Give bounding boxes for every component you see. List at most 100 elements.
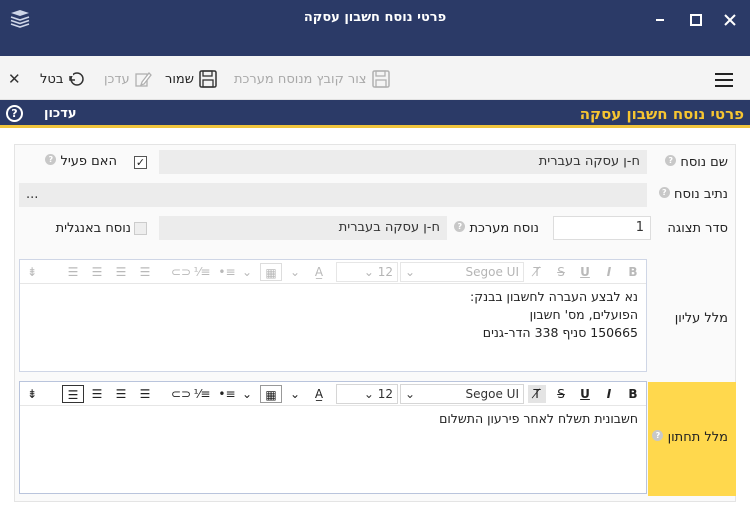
background-color-icon[interactable]: ▦ (260, 263, 282, 281)
edit-pencil-icon (135, 72, 152, 87)
font-family-value: Segoe UI (465, 265, 519, 279)
help-icon: ? (665, 155, 677, 166)
minimize-button[interactable] (651, 11, 669, 29)
window-titlebar: פרטי נוסח חשבון עסקה (0, 0, 750, 56)
close-window-button[interactable] (721, 11, 739, 29)
cancel-button[interactable]: בטל (40, 69, 85, 89)
hamburger-icon (715, 73, 733, 87)
save-icon (199, 70, 217, 88)
help-icon: ? (652, 430, 664, 441)
background-color-icon[interactable]: ▦ (260, 385, 282, 403)
dropdown-chevron-icon[interactable]: ⌄ (240, 263, 254, 281)
version-path-label: נתיב נוסח ? (656, 187, 728, 202)
bullet-list-icon[interactable]: •≡ (218, 385, 236, 403)
align-right-icon[interactable]: ☰ (90, 263, 104, 281)
version-name-field[interactable]: ח-ן עסקה בעברית (159, 150, 647, 174)
font-family-select[interactable]: ⌄ Segoe UI (400, 384, 524, 404)
font-size-select[interactable]: ⌄ 12 (336, 384, 398, 404)
dropdown-chevron-icon[interactable]: ⌄ (240, 385, 254, 403)
align-left-icon[interactable]: ☰ (66, 263, 80, 281)
create-file-label: צור קובץ מנוסח מערכת (234, 71, 367, 87)
section-title: פרטי נוסח חשבון עסקה (579, 105, 744, 123)
font-family-select[interactable]: ⌄ Segoe UI (400, 262, 524, 282)
header-text-label: מלל עליון (674, 311, 728, 326)
align-right-icon[interactable]: ☰ (90, 385, 104, 403)
editor-line: חשבונית תשלח לאחר פירעון התשלום (439, 411, 638, 426)
font-size-value: 12 (377, 265, 393, 279)
bullet-list-icon[interactable]: •≡ (218, 263, 236, 281)
editor-toolbar: ⇟ ☰ ☰ ☰ ☰ ⊂⊃ ⅟≡ •≡ ⌄ ▦ ⌄ A̲ ⌄ 12 ⌄ Segoe … (20, 260, 646, 284)
underline-icon[interactable]: U (578, 263, 592, 281)
english-version-label: נוסח באנגלית (55, 221, 131, 236)
toolbar: ✕ בטל עדכן שמור צור קובץ מנוסח מערכת (0, 56, 750, 100)
align-left-icon[interactable]: ☰ (62, 385, 84, 403)
justify-icon[interactable]: ☰ (138, 263, 152, 281)
save-label: שמור (165, 71, 194, 87)
italic-icon[interactable]: I (602, 263, 616, 281)
cancel-label: בטל (40, 71, 64, 87)
mode-label: עדכון (44, 106, 77, 121)
menu-button[interactable] (715, 70, 733, 90)
dropdown-chevron-icon[interactable]: ⌄ (288, 263, 302, 281)
font-size-select[interactable]: ⌄ 12 (336, 262, 398, 282)
bold-icon[interactable]: B (626, 263, 640, 281)
paragraph-format-icon[interactable]: ⇟ (25, 263, 39, 281)
font-size-value: 12 (377, 387, 393, 401)
header-rich-editor[interactable]: ⇟ ☰ ☰ ☰ ☰ ⊂⊃ ⅟≡ •≡ ⌄ ▦ ⌄ A̲ ⌄ 12 ⌄ Segoe … (19, 259, 647, 372)
edit-label: עדכן (104, 71, 130, 87)
justify-icon[interactable]: ☰ (138, 385, 152, 403)
is-active-label: האם פעיל ? (42, 154, 117, 169)
clear-format-icon[interactable]: T̸ (530, 263, 544, 281)
font-color-icon[interactable]: A̲ (308, 263, 330, 281)
maximize-button[interactable] (687, 11, 705, 29)
font-color-icon[interactable]: A̲ (308, 385, 330, 403)
numbered-list-icon[interactable]: ⅟≡ (193, 263, 211, 281)
dropdown-chevron-icon: ⌄ (405, 265, 416, 279)
footer-text-label: מלל תחתון ? (649, 430, 728, 445)
align-center-icon[interactable]: ☰ (114, 385, 128, 403)
window-title: פרטי נוסח חשבון עסקה (303, 10, 447, 25)
editor-line: נא לבצע העברה לחשבון בבנק: (470, 289, 638, 304)
link-icon[interactable]: ⊂⊃ (171, 385, 191, 403)
is-active-checkbox[interactable]: ✓ (134, 156, 147, 169)
version-path-field[interactable]: ... (19, 183, 647, 207)
underline-icon[interactable]: U (578, 385, 592, 403)
system-version-label: נוסח מערכת ? (451, 221, 539, 236)
strikethrough-icon[interactable]: S (554, 385, 568, 403)
help-icon: ? (658, 187, 670, 198)
editor-toolbar: ⇟ ☰ ☰ ☰ ☰ ⊂⊃ ⅟≡ •≡ ⌄ ▦ ⌄ A̲ ⌄ 12 ⌄ Segoe … (20, 382, 646, 406)
align-center-icon[interactable]: ☰ (114, 263, 128, 281)
strikethrough-icon[interactable]: S (554, 263, 568, 281)
close-form-button[interactable]: ✕ (8, 69, 21, 89)
numbered-list-icon[interactable]: ⅟≡ (193, 385, 211, 403)
link-icon[interactable]: ⊂⊃ (171, 263, 191, 281)
italic-icon[interactable]: I (602, 385, 616, 403)
system-version-field[interactable]: ח-ן עסקה בעברית (159, 216, 447, 240)
paragraph-format-icon[interactable]: ⇟ (25, 385, 39, 403)
dropdown-chevron-icon: ⌄ (405, 387, 416, 401)
help-icon: ? (45, 154, 57, 165)
close-form-label: ✕ (8, 70, 21, 88)
display-order-label: סדר תצוגה (667, 221, 728, 236)
save-file-icon (371, 70, 390, 88)
english-version-checkbox[interactable] (134, 222, 147, 235)
font-family-value: Segoe UI (465, 387, 519, 401)
version-name-label: שם נוסח ? (662, 155, 728, 170)
editor-line: 150665 סניף 338 הדר-גנים (482, 325, 638, 340)
clear-format-icon[interactable]: T̸ (528, 385, 546, 403)
close-icon (724, 14, 736, 26)
display-order-field[interactable]: 1 (553, 216, 651, 240)
edit-button[interactable]: עדכן (104, 69, 152, 89)
bold-icon[interactable]: B (626, 385, 640, 403)
save-button[interactable]: שמור (165, 69, 218, 89)
footer-editor-content[interactable]: חשבונית תשלח לאחר פירעון התשלום (20, 408, 646, 493)
footer-rich-editor[interactable]: ⇟ ☰ ☰ ☰ ☰ ⊂⊃ ⅟≡ •≡ ⌄ ▦ ⌄ A̲ ⌄ 12 ⌄ Segoe … (19, 381, 647, 494)
editor-line: הפועלים, מס' חשבון (529, 307, 638, 322)
help-icon: ? (454, 221, 466, 232)
create-file-button[interactable]: צור קובץ מנוסח מערכת (234, 69, 391, 89)
help-icon[interactable]: ? (6, 105, 23, 122)
section-header: ? עדכון פרטי נוסח חשבון עסקה (0, 100, 750, 128)
dropdown-chevron-icon[interactable]: ⌄ (288, 385, 302, 403)
minimize-icon (656, 19, 664, 21)
header-editor-content[interactable]: נא לבצע העברה לחשבון בבנק: הפועלים, מס' … (20, 286, 646, 371)
